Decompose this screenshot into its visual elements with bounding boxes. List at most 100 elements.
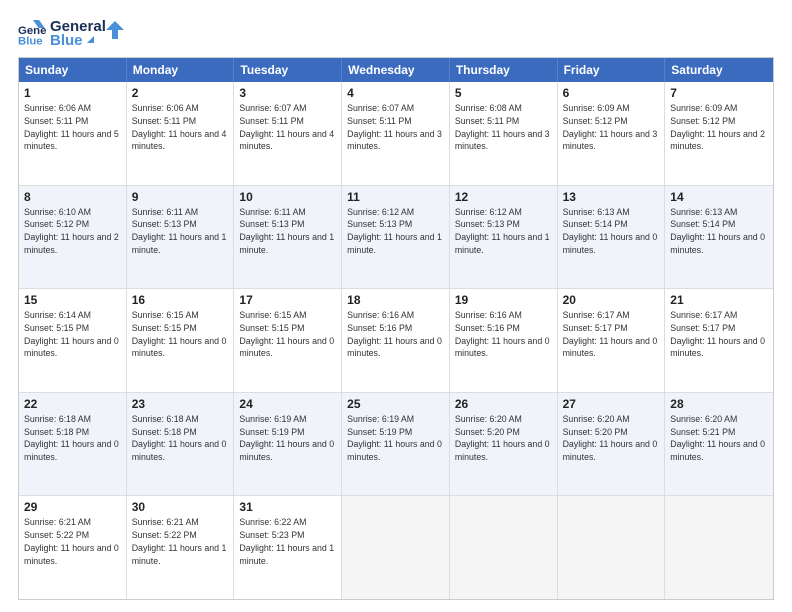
cell-info: Sunrise: 6:07 AM Sunset: 5:11 PM Dayligh… xyxy=(239,102,336,153)
day-number: 29 xyxy=(24,500,121,514)
header-day-monday: Monday xyxy=(127,58,235,82)
day-number: 16 xyxy=(132,293,229,307)
cell-info: Sunrise: 6:06 AM Sunset: 5:11 PM Dayligh… xyxy=(132,102,229,153)
day-number: 11 xyxy=(347,190,444,204)
calendar-cell-5-0: 29 Sunrise: 6:21 AM Sunset: 5:22 PM Dayli… xyxy=(19,496,127,599)
calendar-cell-2-0: 8Sunrise: 6:10 AM Sunset: 5:12 PM Daylig… xyxy=(19,186,127,289)
header-day-saturday: Saturday xyxy=(665,58,773,82)
calendar-cell-2-6: 14 Sunrise: 6:13 AM Sunset: 5:14 PM Dayli… xyxy=(665,186,773,289)
calendar-cell-2-1: 9 Sunrise: 6:11 AM Sunset: 5:13 PM Daylig… xyxy=(127,186,235,289)
calendar-cell-1-3: 4 Sunrise: 6:07 AM Sunset: 5:11 PM Daylig… xyxy=(342,82,450,185)
calendar-cell-4-6: 28 Sunrise: 6:20 AM Sunset: 5:21 PM Dayli… xyxy=(665,393,773,496)
calendar-cell-3-3: 18 Sunrise: 6:16 AM Sunset: 5:16 PM Dayli… xyxy=(342,289,450,392)
calendar-cell-3-1: 16 Sunrise: 6:15 AM Sunset: 5:15 PM Dayli… xyxy=(127,289,235,392)
header: General Blue General Blue xyxy=(18,18,774,49)
calendar-row-1: 1 Sunrise: 6:06 AM Sunset: 5:11 PM Daylig… xyxy=(19,82,773,185)
calendar-cell-4-2: 24 Sunrise: 6:19 AM Sunset: 5:19 PM Dayli… xyxy=(234,393,342,496)
cell-info: Sunrise: 6:22 AM Sunset: 5:23 PM Dayligh… xyxy=(239,516,336,567)
svg-text:Blue: Blue xyxy=(18,35,43,47)
day-number: 12 xyxy=(455,190,552,204)
day-number: 28 xyxy=(670,397,768,411)
calendar-cell-5-1: 30Sunrise: 6:21 AM Sunset: 5:22 PM Dayli… xyxy=(127,496,235,599)
calendar-cell-1-6: 7 Sunrise: 6:09 AM Sunset: 5:12 PM Daylig… xyxy=(665,82,773,185)
logo-arrow-icon xyxy=(106,21,124,39)
day-number: 6 xyxy=(563,86,660,100)
calendar-cell-2-3: 11 Sunrise: 6:12 AM Sunset: 5:13 PM Dayli… xyxy=(342,186,450,289)
cell-info: Sunrise: 6:08 AM Sunset: 5:11 PM Dayligh… xyxy=(455,102,552,153)
calendar: SundayMondayTuesdayWednesdayThursdayFrid… xyxy=(18,57,774,600)
cell-info: Sunrise: 6:19 AM Sunset: 5:19 PM Dayligh… xyxy=(347,413,444,464)
day-number: 4 xyxy=(347,86,444,100)
calendar-row-5: 29 Sunrise: 6:21 AM Sunset: 5:22 PM Dayli… xyxy=(19,495,773,599)
cell-info: Sunrise: 6:12 AM Sunset: 5:13 PM Dayligh… xyxy=(455,206,552,257)
cell-info: Sunrise: 6:17 AM Sunset: 5:17 PM Dayligh… xyxy=(563,309,660,360)
calendar-cell-1-1: 2Sunrise: 6:06 AM Sunset: 5:11 PM Daylig… xyxy=(127,82,235,185)
day-number: 22 xyxy=(24,397,121,411)
cell-info: Sunrise: 6:12 AM Sunset: 5:13 PM Dayligh… xyxy=(347,206,444,257)
logo-icon: General Blue xyxy=(18,20,46,48)
calendar-cell-5-6 xyxy=(665,496,773,599)
cell-info: Sunrise: 6:13 AM Sunset: 5:14 PM Dayligh… xyxy=(670,206,768,257)
calendar-cell-4-5: 27 Sunrise: 6:20 AM Sunset: 5:20 PM Dayli… xyxy=(558,393,666,496)
calendar-cell-3-4: 19 Sunrise: 6:16 AM Sunset: 5:16 PM Dayli… xyxy=(450,289,558,392)
day-number: 19 xyxy=(455,293,552,307)
cell-info: Sunrise: 6:20 AM Sunset: 5:20 PM Dayligh… xyxy=(455,413,552,464)
calendar-cell-1-0: 1 Sunrise: 6:06 AM Sunset: 5:11 PM Daylig… xyxy=(19,82,127,185)
cell-info: Sunrise: 6:15 AM Sunset: 5:15 PM Dayligh… xyxy=(132,309,229,360)
cell-info: Sunrise: 6:16 AM Sunset: 5:16 PM Dayligh… xyxy=(455,309,552,360)
day-number: 27 xyxy=(563,397,660,411)
cell-info: Sunrise: 6:21 AM Sunset: 5:22 PM Dayligh… xyxy=(132,516,229,567)
page: General Blue General Blue SundayMondayTu… xyxy=(0,0,792,612)
calendar-cell-4-1: 23 Sunrise: 6:18 AM Sunset: 5:18 PM Dayli… xyxy=(127,393,235,496)
day-number: 13 xyxy=(563,190,660,204)
calendar-cell-5-3 xyxy=(342,496,450,599)
day-number: 24 xyxy=(239,397,336,411)
cell-info: Sunrise: 6:07 AM Sunset: 5:11 PM Dayligh… xyxy=(347,102,444,153)
cell-info: Sunrise: 6:11 AM Sunset: 5:13 PM Dayligh… xyxy=(132,206,229,257)
calendar-cell-5-4 xyxy=(450,496,558,599)
day-number: 20 xyxy=(563,293,660,307)
calendar-row-2: 8Sunrise: 6:10 AM Sunset: 5:12 PM Daylig… xyxy=(19,185,773,289)
header-day-sunday: Sunday xyxy=(19,58,127,82)
day-number: 18 xyxy=(347,293,444,307)
calendar-cell-2-2: 10Sunrise: 6:11 AM Sunset: 5:13 PM Dayli… xyxy=(234,186,342,289)
cell-info: Sunrise: 6:16 AM Sunset: 5:16 PM Dayligh… xyxy=(347,309,444,360)
day-number: 1 xyxy=(24,86,121,100)
day-number: 8 xyxy=(24,190,121,204)
cell-info: Sunrise: 6:21 AM Sunset: 5:22 PM Dayligh… xyxy=(24,516,121,567)
day-number: 9 xyxy=(132,190,229,204)
cell-info: Sunrise: 6:20 AM Sunset: 5:20 PM Dayligh… xyxy=(563,413,660,464)
header-day-tuesday: Tuesday xyxy=(234,58,342,82)
cell-info: Sunrise: 6:17 AM Sunset: 5:17 PM Dayligh… xyxy=(670,309,768,360)
cell-info: Sunrise: 6:14 AM Sunset: 5:15 PM Dayligh… xyxy=(24,309,121,360)
day-number: 14 xyxy=(670,190,768,204)
day-number: 31 xyxy=(239,500,336,514)
calendar-cell-1-4: 5 Sunrise: 6:08 AM Sunset: 5:11 PM Daylig… xyxy=(450,82,558,185)
calendar-cell-4-0: 22 Sunrise: 6:18 AM Sunset: 5:18 PM Dayli… xyxy=(19,393,127,496)
header-day-friday: Friday xyxy=(558,58,666,82)
cell-info: Sunrise: 6:19 AM Sunset: 5:19 PM Dayligh… xyxy=(239,413,336,464)
header-day-thursday: Thursday xyxy=(450,58,558,82)
calendar-body: 1 Sunrise: 6:06 AM Sunset: 5:11 PM Daylig… xyxy=(19,82,773,599)
cell-info: Sunrise: 6:18 AM Sunset: 5:18 PM Dayligh… xyxy=(132,413,229,464)
day-number: 5 xyxy=(455,86,552,100)
calendar-row-4: 22 Sunrise: 6:18 AM Sunset: 5:18 PM Dayli… xyxy=(19,392,773,496)
day-number: 17 xyxy=(239,293,336,307)
day-number: 15 xyxy=(24,293,121,307)
day-number: 7 xyxy=(670,86,768,100)
cell-info: Sunrise: 6:20 AM Sunset: 5:21 PM Dayligh… xyxy=(670,413,768,464)
calendar-header: SundayMondayTuesdayWednesdayThursdayFrid… xyxy=(19,58,773,82)
cell-info: Sunrise: 6:09 AM Sunset: 5:12 PM Dayligh… xyxy=(670,102,768,153)
calendar-cell-5-5 xyxy=(558,496,666,599)
cell-info: Sunrise: 6:13 AM Sunset: 5:14 PM Dayligh… xyxy=(563,206,660,257)
calendar-cell-3-2: 17Sunrise: 6:15 AM Sunset: 5:15 PM Dayli… xyxy=(234,289,342,392)
cell-info: Sunrise: 6:06 AM Sunset: 5:11 PM Dayligh… xyxy=(24,102,121,153)
cell-info: Sunrise: 6:09 AM Sunset: 5:12 PM Dayligh… xyxy=(563,102,660,153)
calendar-cell-2-4: 12 Sunrise: 6:12 AM Sunset: 5:13 PM Dayli… xyxy=(450,186,558,289)
cell-info: Sunrise: 6:18 AM Sunset: 5:18 PM Dayligh… xyxy=(24,413,121,464)
day-number: 23 xyxy=(132,397,229,411)
calendar-cell-4-3: 25Sunrise: 6:19 AM Sunset: 5:19 PM Dayli… xyxy=(342,393,450,496)
day-number: 21 xyxy=(670,293,768,307)
day-number: 3 xyxy=(239,86,336,100)
day-number: 26 xyxy=(455,397,552,411)
